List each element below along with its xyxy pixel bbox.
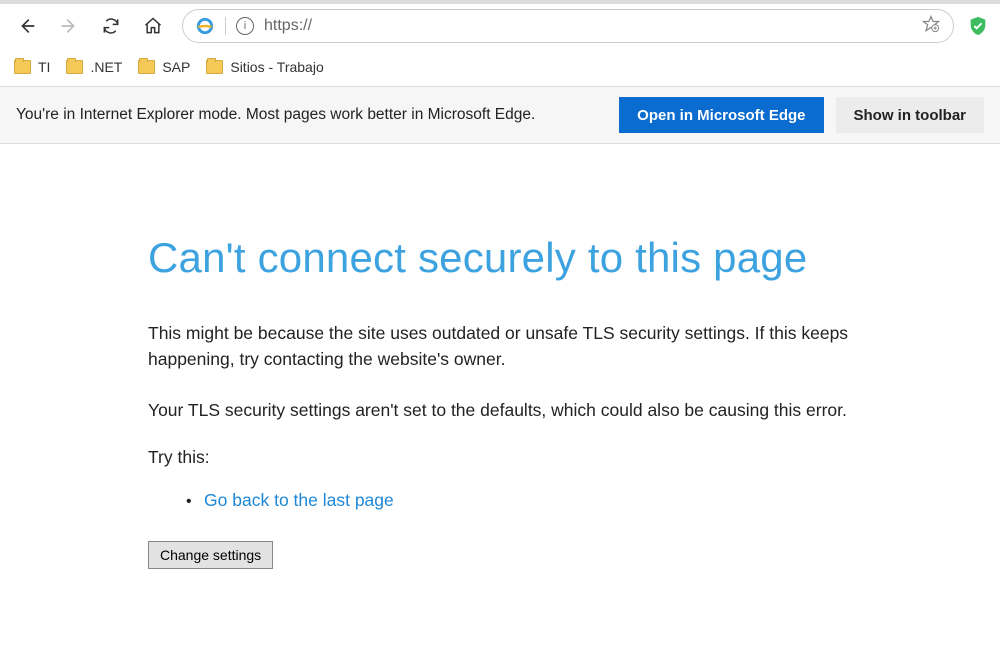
folder-icon bbox=[138, 60, 155, 74]
try-this-label: Try this: bbox=[148, 447, 880, 468]
shield-icon[interactable] bbox=[966, 15, 990, 37]
bookmark-sitios-trabajo[interactable]: Sitios - Trabajo bbox=[206, 59, 323, 75]
error-title: Can't connect securely to this page bbox=[148, 234, 880, 282]
folder-icon bbox=[206, 60, 223, 74]
folder-icon bbox=[14, 60, 31, 74]
favorite-button[interactable] bbox=[921, 14, 941, 39]
bookmarks-bar: TI .NET SAP Sitios - Trabajo bbox=[0, 48, 1000, 86]
bookmark-label: TI bbox=[38, 59, 50, 75]
bookmark-sap[interactable]: SAP bbox=[138, 59, 190, 75]
site-info-icon[interactable]: i bbox=[236, 17, 254, 35]
error-description-2: Your TLS security settings aren't set to… bbox=[148, 397, 880, 423]
reload-button[interactable] bbox=[94, 9, 128, 43]
address-bar[interactable]: i bbox=[182, 9, 954, 43]
open-edge-button[interactable]: Open in Microsoft Edge bbox=[619, 97, 823, 133]
show-toolbar-button[interactable]: Show in toolbar bbox=[836, 97, 985, 133]
folder-icon bbox=[66, 60, 83, 74]
bookmark-label: Sitios - Trabajo bbox=[230, 59, 323, 75]
bookmark-label: .NET bbox=[90, 59, 122, 75]
browser-toolbar: i bbox=[0, 0, 1000, 48]
ie-mode-notification: You're in Internet Explorer mode. Most p… bbox=[0, 86, 1000, 144]
forward-button[interactable] bbox=[52, 9, 86, 43]
go-back-link[interactable]: Go back to the last page bbox=[204, 490, 394, 510]
error-page: Can't connect securely to this page This… bbox=[0, 144, 880, 569]
error-description-1: This might be because the site uses outd… bbox=[148, 320, 880, 373]
url-input[interactable] bbox=[264, 17, 911, 35]
notification-message: You're in Internet Explorer mode. Most p… bbox=[16, 106, 607, 124]
bookmark-label: SAP bbox=[162, 59, 190, 75]
ie-mode-icon bbox=[195, 16, 215, 36]
bookmark-ti[interactable]: TI bbox=[14, 59, 50, 75]
back-button[interactable] bbox=[10, 9, 44, 43]
home-button[interactable] bbox=[136, 9, 170, 43]
list-item: Go back to the last page bbox=[186, 490, 880, 511]
divider bbox=[225, 17, 226, 35]
change-settings-button[interactable]: Change settings bbox=[148, 541, 273, 569]
bookmark-dotnet[interactable]: .NET bbox=[66, 59, 122, 75]
